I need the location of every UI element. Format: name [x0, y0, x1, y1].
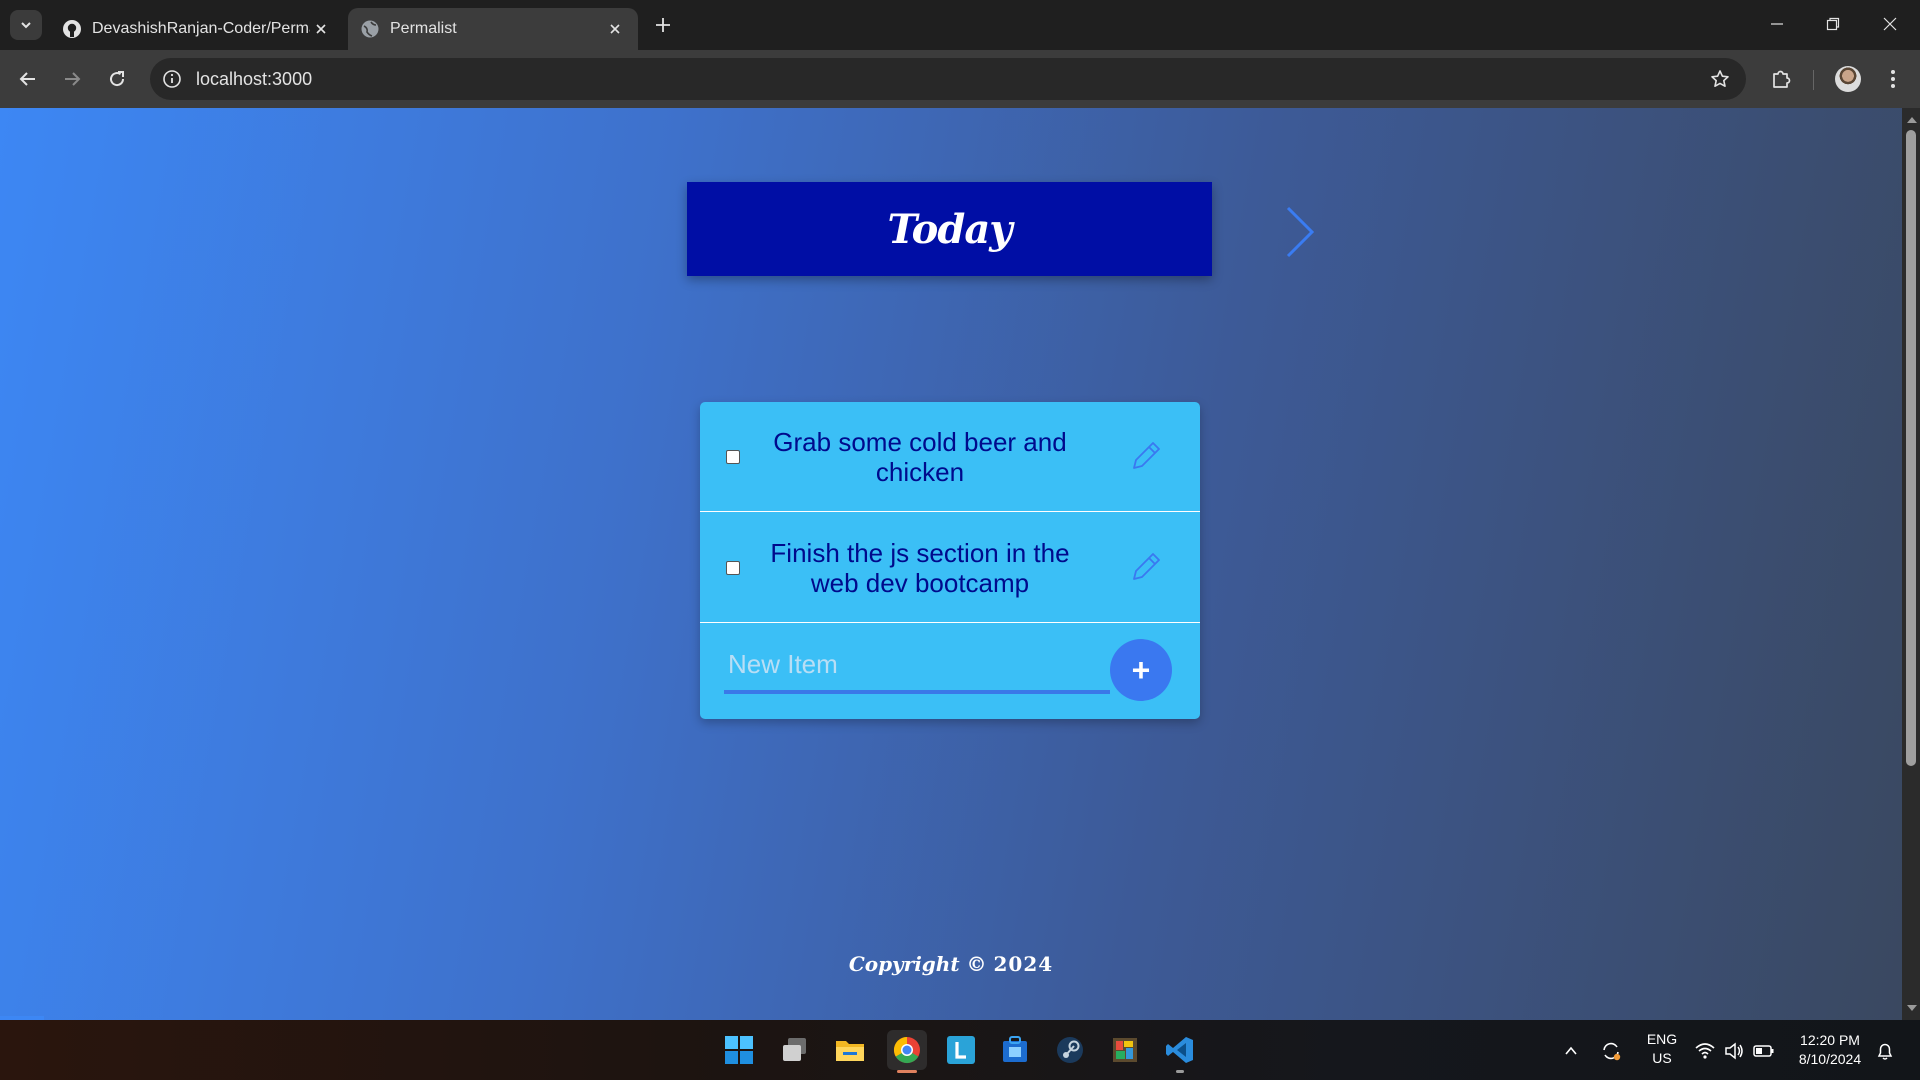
notification-bell-icon[interactable]: [1874, 1040, 1896, 1062]
chevron-right-icon: [1286, 206, 1315, 258]
toolbar-divider: [1813, 70, 1814, 90]
tab-search-button[interactable]: [10, 10, 42, 40]
close-icon: [610, 24, 620, 34]
l-app-icon[interactable]: [943, 1032, 979, 1068]
paint-icon[interactable]: [1107, 1032, 1143, 1068]
chevron-up-icon[interactable]: [1560, 1040, 1582, 1062]
vscode-icon[interactable]: [1162, 1032, 1198, 1068]
pencil-icon: [1133, 442, 1160, 469]
item-checkbox[interactable]: [726, 450, 740, 464]
tab-close-button[interactable]: [310, 18, 332, 40]
browser-menu-button[interactable]: [1877, 63, 1909, 95]
minimize-icon: [1771, 23, 1783, 25]
chrome-icon[interactable]: [887, 1030, 927, 1070]
browser-toolbar: localhost:3000: [0, 50, 1920, 108]
close-icon: [316, 24, 326, 34]
tab-close-button[interactable]: [604, 18, 626, 40]
sync-icon[interactable]: [1600, 1040, 1622, 1062]
running-app-indicator: [1176, 1070, 1184, 1073]
active-app-indicator: [897, 1070, 917, 1073]
item-text: Finish the js section in the web dev boo…: [770, 538, 1070, 598]
new-item-input[interactable]: [724, 638, 1110, 694]
kebab-menu-icon: [1891, 70, 1895, 88]
edit-item-button[interactable]: [1124, 545, 1168, 589]
task-view-icon[interactable]: [777, 1032, 813, 1068]
volume-icon[interactable]: [1723, 1040, 1745, 1062]
close-window-button[interactable]: [1870, 8, 1910, 40]
store-icon[interactable]: [997, 1032, 1033, 1068]
copyright-text: Copyright ©: [848, 952, 987, 976]
scrollbar-thumb[interactable]: [1906, 130, 1916, 766]
page-scrollbar[interactable]: [1902, 108, 1920, 1020]
scroll-up-arrow-icon[interactable]: [1907, 117, 1917, 123]
item-text: Grab some cold beer and chicken: [773, 427, 1067, 487]
close-icon: [1883, 17, 1897, 31]
clock-date: 8/10/2024: [1798, 1051, 1862, 1067]
reload-button[interactable]: [101, 63, 133, 95]
clock[interactable]: 12:20 PM 8/10/2024: [1792, 1031, 1868, 1069]
back-button[interactable]: [12, 63, 44, 95]
puzzle-icon: [1773, 70, 1791, 88]
language-indicator[interactable]: ENG US: [1644, 1030, 1680, 1068]
tab-title: DevashishRanjan-Coder/Permalist: [92, 20, 310, 37]
profile-avatar[interactable]: [1835, 66, 1861, 92]
edit-item-button[interactable]: [1124, 434, 1168, 478]
wifi-icon[interactable]: [1694, 1040, 1716, 1062]
list-item: Grab some cold beer and chicken: [700, 402, 1200, 512]
copyright-year: 2024: [993, 952, 1054, 976]
tab-title: Permalist: [390, 20, 457, 37]
site-info-icon[interactable]: [160, 67, 184, 91]
url-text: localhost:3000: [196, 69, 313, 89]
list-item: Finish the js section in the web dev boo…: [700, 513, 1200, 623]
next-list-button[interactable]: [1280, 200, 1320, 264]
steam-icon[interactable]: [1052, 1032, 1088, 1068]
minimize-button[interactable]: [1757, 8, 1797, 40]
item-checkbox[interactable]: [726, 561, 740, 575]
heading-box: Today: [687, 182, 1212, 276]
page-title: Today: [887, 205, 1013, 253]
file-explorer-icon[interactable]: [832, 1032, 868, 1068]
language-code: ENG: [1646, 1031, 1678, 1047]
restore-button[interactable]: [1813, 8, 1853, 40]
page-viewport: Today Grab some cold beer and chicken Fi…: [0, 108, 1902, 1020]
extensions-button[interactable]: [1765, 63, 1797, 95]
windows-taskbar: ENG US 12:20 PM 8/10/2024: [0, 1020, 1920, 1080]
new-tab-button[interactable]: [650, 12, 676, 38]
tab-strip: DevashishRanjan-Coder/Permalist Permalis…: [0, 0, 1920, 50]
github-icon: [63, 20, 81, 38]
plus-icon: +: [1131, 652, 1151, 688]
todo-list-card: Grab some cold beer and chicken Finish t…: [700, 402, 1200, 719]
forward-button[interactable]: [56, 63, 88, 95]
restore-icon: [1826, 17, 1840, 31]
arrow-right-icon: [65, 72, 81, 86]
chevron-down-icon: [21, 22, 31, 29]
reload-icon: [110, 71, 125, 87]
globe-icon: [361, 20, 379, 38]
windows-start-icon[interactable]: [721, 1032, 757, 1068]
address-bar[interactable]: localhost:3000: [150, 58, 1746, 100]
clock-time: 12:20 PM: [1800, 1032, 1860, 1048]
pencil-icon: [1133, 553, 1160, 580]
scroll-down-arrow-icon[interactable]: [1907, 1005, 1917, 1011]
plus-icon: [656, 18, 670, 32]
add-item-button[interactable]: +: [1110, 639, 1172, 701]
new-item-row: +: [700, 624, 1200, 719]
region-code: US: [1652, 1050, 1672, 1066]
page-footer: Copyright © 2024: [0, 952, 1902, 976]
tab-github[interactable]: DevashishRanjan-Coder/Permalist: [50, 8, 344, 50]
battery-icon[interactable]: [1753, 1040, 1775, 1062]
arrow-left-icon: [19, 72, 35, 86]
tab-permalist[interactable]: Permalist: [348, 8, 638, 50]
bookmark-star-icon[interactable]: [1708, 67, 1732, 91]
